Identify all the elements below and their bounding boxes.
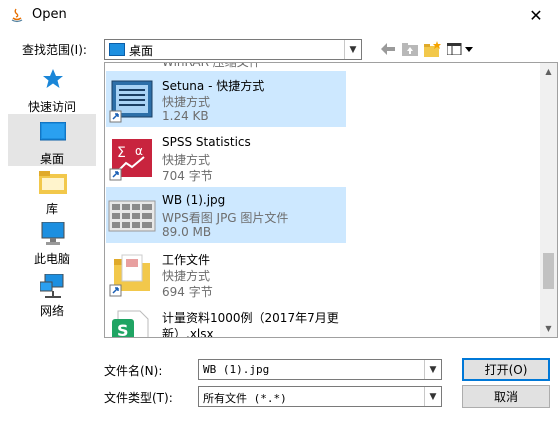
file-name: 工作文件: [162, 253, 211, 267]
image-thumbnail-icon: [108, 200, 156, 232]
open-dialog: Open ✕ 查找范围(I): 桌面 ▼ 快速访问 桌面 库 此电脑 网络 Wi…: [0, 0, 559, 430]
new-folder-icon: [424, 41, 441, 57]
place-label: 网络: [39, 304, 64, 318]
file-name: WinRAR 压缩文件: [162, 62, 261, 69]
back-button[interactable]: [378, 39, 398, 59]
file-name: WB (1).jpg: [162, 193, 226, 207]
xlsx-icon: S: [112, 310, 149, 338]
place-this-pc[interactable]: 此电脑: [8, 220, 96, 268]
close-button[interactable]: ✕: [513, 0, 559, 30]
place-quick-access[interactable]: 快速访问: [8, 66, 96, 118]
setuna-icon: [109, 80, 153, 123]
filename-label: 文件名(N):: [104, 364, 163, 378]
file-size: 694 字节: [162, 285, 213, 299]
view-menu-button[interactable]: [446, 39, 476, 59]
svg-text:S: S: [117, 321, 129, 338]
scroll-up-icon[interactable]: ▲: [540, 63, 557, 80]
file-name: 计量资料1000例（2017年7月更: [162, 311, 339, 325]
file-name: SPSS Statistics: [162, 135, 251, 149]
open-button[interactable]: 打开(O): [462, 358, 550, 381]
file-list[interactable]: WinRAR 压缩文件 Setuna - 快捷方式 快捷方式 1.24 KB Σ…: [104, 62, 558, 338]
spss-icon: Σ α: [109, 139, 152, 181]
desktop-icon: [109, 43, 125, 56]
back-icon: [381, 43, 395, 55]
list-item[interactable]: Σ α SPSS Statistics 快捷方式 704 字节: [106, 129, 346, 185]
cancel-button-label: 取消: [493, 390, 518, 404]
file-type: 快捷方式: [162, 269, 211, 283]
file-size: 89.0 MB: [162, 225, 212, 239]
java-app-icon: [11, 8, 23, 23]
place-network[interactable]: 网络: [8, 272, 96, 320]
place-label: 库: [45, 202, 58, 216]
filetype-label: 文件类型(T):: [104, 391, 173, 405]
place-label: 快速访问: [27, 100, 76, 114]
place-label: 此电脑: [33, 252, 70, 266]
filename-input[interactable]: WB (1).jpg ▼: [198, 359, 442, 380]
file-size: 704 字节: [162, 169, 213, 183]
star-icon: [43, 69, 63, 88]
file-size: 1.24 KB: [162, 109, 209, 123]
chevron-down-icon[interactable]: ▼: [344, 40, 361, 59]
close-icon: ✕: [529, 5, 543, 25]
place-desktop[interactable]: 桌面: [8, 114, 96, 166]
svg-text:Σ: Σ: [117, 145, 126, 161]
scrollbar-thumb[interactable]: [543, 253, 554, 289]
file-name: Setuna - 快捷方式: [162, 79, 265, 93]
list-item[interactable]: 工作文件 快捷方式 694 字节: [106, 245, 346, 301]
title-bar: Open ✕: [0, 0, 559, 30]
vertical-scrollbar[interactable]: ▲ ▼: [540, 63, 557, 337]
up-folder-icon: [402, 43, 418, 56]
list-item[interactable]: S 计量资料1000例（2017年7月更 新）.xlsx XLSX 工作表: [106, 303, 346, 338]
lookin-value: 桌面: [129, 44, 154, 58]
open-button-label: 打开(O): [484, 363, 528, 377]
window-title: Open: [32, 7, 67, 22]
network-icon: [40, 274, 64, 298]
svg-text:α: α: [135, 144, 143, 158]
filetype-value: 所有文件 (*.*): [203, 392, 287, 405]
list-item[interactable]: WB (1).jpg WPS看图 JPG 图片文件 89.0 MB: [106, 187, 346, 243]
lookin-label: 查找范围(I):: [22, 43, 87, 57]
chevron-down-icon[interactable]: ▼: [424, 360, 441, 379]
file-type: 快捷方式: [162, 95, 211, 109]
place-label: 桌面: [39, 152, 64, 166]
places-bar: 快速访问 桌面 库 此电脑 网络: [8, 62, 98, 332]
lookin-combo[interactable]: 桌面 ▼: [104, 39, 362, 60]
filetype-select[interactable]: 所有文件 (*.*) ▼: [198, 386, 442, 407]
library-icon: [39, 171, 67, 194]
file-type: WPS看图 JPG 图片文件: [162, 211, 289, 225]
list-item[interactable]: WinRAR 压缩文件: [106, 62, 346, 69]
cancel-button[interactable]: 取消: [462, 385, 550, 408]
desktop-icon: [40, 122, 66, 141]
folder-shortcut-icon: [109, 254, 150, 297]
new-folder-button[interactable]: [423, 39, 443, 59]
view-menu-icon: [447, 43, 473, 55]
place-library[interactable]: 库: [8, 168, 96, 218]
chevron-down-icon[interactable]: ▼: [424, 387, 441, 406]
file-type: 快捷方式: [162, 153, 211, 167]
filename-value: WB (1).jpg: [203, 363, 270, 376]
computer-icon: [41, 222, 65, 245]
scroll-down-icon[interactable]: ▼: [540, 320, 557, 337]
up-folder-button[interactable]: [400, 39, 420, 59]
file-name-cont: 新）.xlsx: [162, 327, 214, 338]
list-item[interactable]: Setuna - 快捷方式 快捷方式 1.24 KB: [106, 71, 346, 127]
